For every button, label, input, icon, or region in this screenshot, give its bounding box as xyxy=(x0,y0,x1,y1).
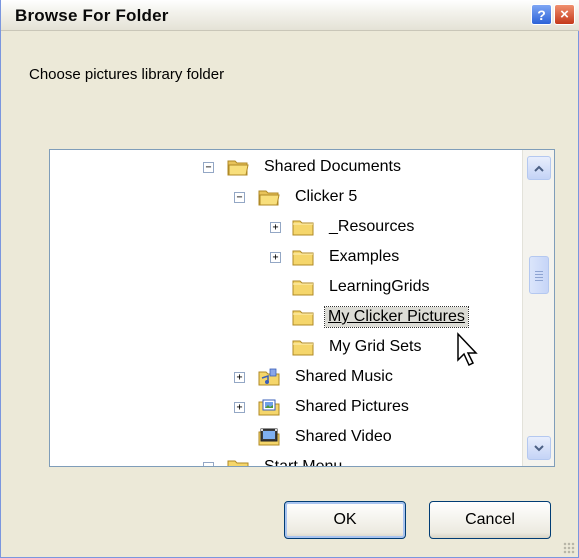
collapse-icon[interactable]: − xyxy=(203,462,214,466)
help-icon: ? xyxy=(537,6,546,23)
tree-item-learninggrids[interactable]: LearningGrids xyxy=(50,273,522,303)
expand-icon[interactable]: + xyxy=(234,402,245,413)
prompt-text: Choose pictures library folder xyxy=(29,66,225,83)
grip-line xyxy=(535,280,543,281)
tree-item-label: Shared Pictures xyxy=(295,398,409,415)
folder-icon xyxy=(292,220,314,236)
expand-icon[interactable]: + xyxy=(270,252,281,263)
resize-grip[interactable] xyxy=(563,542,575,554)
tree-item-my-grid-sets[interactable]: My Grid Sets xyxy=(50,333,522,363)
grip-line xyxy=(535,274,543,275)
folder-icon xyxy=(292,250,314,266)
title-bar[interactable]: Browse For Folder ? × xyxy=(1,0,579,31)
folder-open-icon xyxy=(258,190,280,206)
browse-for-folder-dialog: Browse For Folder ? × Choose pictures li… xyxy=(0,0,579,558)
tree-item-label: _Resources xyxy=(329,218,415,235)
tree-item-label: LearningGrids xyxy=(329,278,430,295)
music-folder-icon xyxy=(258,368,280,386)
expand-icon[interactable]: + xyxy=(234,372,245,383)
tree-item-label: Start Menu xyxy=(261,457,345,466)
tree-item-label: Clicker 5 xyxy=(295,188,358,205)
tree-item-shared-video[interactable]: Shared Video xyxy=(50,423,522,453)
folder-icon xyxy=(227,460,249,466)
tree-item-shared-music[interactable]: + Shared Music xyxy=(50,363,522,393)
pictures-folder-icon xyxy=(258,399,280,416)
folder-icon xyxy=(292,340,314,356)
tree-item-start-menu[interactable]: − Start Menu xyxy=(50,453,522,466)
tree-item-label: Shared Video xyxy=(295,428,392,445)
grip-line xyxy=(535,277,543,278)
tree-item-label: My Grid Sets xyxy=(329,338,422,355)
folder-open-icon xyxy=(227,160,249,176)
folder-icon xyxy=(292,310,314,326)
chevron-up-icon xyxy=(534,165,544,172)
tree-item-label: Shared Documents xyxy=(264,158,401,175)
folder-tree[interactable]: − Shared Documents − Clicker 5 + _Resour… xyxy=(49,149,555,467)
tree-item-resources[interactable]: + _Resources xyxy=(50,213,522,243)
cancel-button-label: Cancel xyxy=(465,511,515,528)
help-button[interactable]: ? xyxy=(531,4,552,25)
folder-tree-items: − Shared Documents − Clicker 5 + _Resour… xyxy=(50,150,522,466)
expand-icon[interactable]: + xyxy=(270,222,281,233)
tree-item-shared-documents[interactable]: − Shared Documents xyxy=(50,153,522,183)
tree-item-label-selected: My Clicker Pictures xyxy=(324,306,469,328)
ok-button-label: OK xyxy=(333,511,357,528)
close-icon: × xyxy=(560,6,569,23)
vertical-scrollbar[interactable] xyxy=(522,150,554,466)
cancel-button[interactable]: Cancel xyxy=(429,501,551,539)
tree-item-label: Shared Music xyxy=(295,368,393,385)
ok-button[interactable]: OK xyxy=(284,501,406,539)
tree-item-clicker-5[interactable]: − Clicker 5 xyxy=(50,183,522,213)
tree-item-my-clicker-pictures[interactable]: My Clicker Pictures xyxy=(50,303,522,333)
scroll-thumb[interactable] xyxy=(529,256,549,294)
grip-line xyxy=(535,271,543,272)
tree-item-shared-pictures[interactable]: + Shared Pictures xyxy=(50,393,522,423)
close-button[interactable]: × xyxy=(554,4,575,25)
dialog-title: Browse For Folder xyxy=(15,6,169,25)
scroll-down-button[interactable] xyxy=(527,436,551,460)
video-folder-icon xyxy=(258,428,280,446)
collapse-icon[interactable]: − xyxy=(234,192,245,203)
mouse-pointer-icon xyxy=(457,332,478,367)
folder-icon xyxy=(292,280,314,296)
scroll-up-button[interactable] xyxy=(527,156,551,180)
tree-item-examples[interactable]: + Examples xyxy=(50,243,522,273)
chevron-down-icon xyxy=(534,444,544,451)
collapse-icon[interactable]: − xyxy=(203,162,214,173)
tree-item-label: Examples xyxy=(329,248,400,265)
